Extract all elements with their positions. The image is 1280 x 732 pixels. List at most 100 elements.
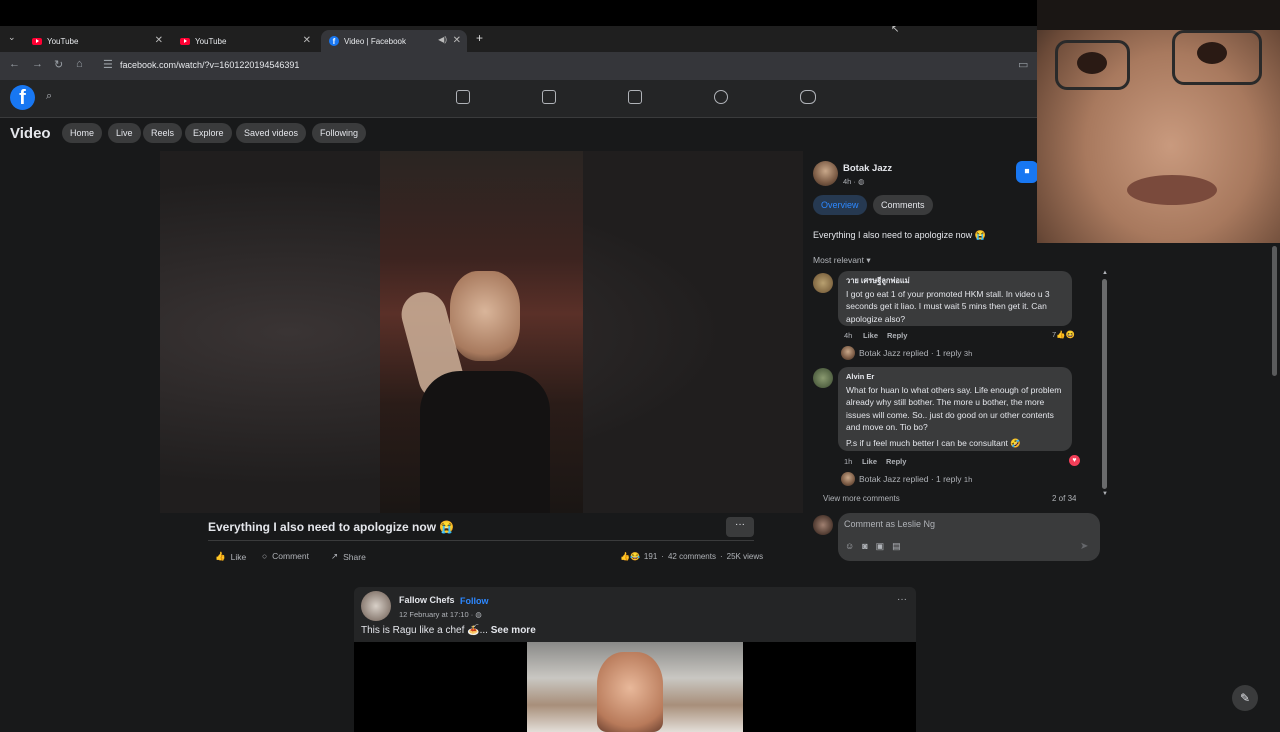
comment-text: What for huan lo what others say. Life e… [846, 384, 1062, 433]
comment-author[interactable]: Alvin Er [846, 371, 1064, 384]
sticker-pack-icon[interactable]: ▤ [892, 541, 909, 551]
sticker-icon[interactable]: ☺ [845, 541, 862, 551]
scroll-up-icon[interactable]: ▲ [1102, 270, 1108, 276]
camera-icon[interactable]: ◙ [862, 541, 875, 551]
comment-like-button[interactable]: Like [863, 331, 878, 340]
video-person-face [597, 652, 663, 732]
comment-reply-button[interactable]: Reply [886, 457, 906, 466]
comment-reactions[interactable]: 7👍😆 [1052, 330, 1075, 339]
sort-dropdown[interactable]: Most relevant ▾ [813, 255, 871, 266]
comments-scrollbar[interactable] [1102, 279, 1107, 489]
search-icon[interactable]: ⌕ [46, 90, 52, 103]
like-button[interactable]: 👍 Like [215, 551, 246, 562]
facebook-logo[interactable]: f [10, 85, 35, 110]
subnav-saved-videos[interactable]: Saved videos [236, 123, 307, 143]
avatar[interactable] [813, 161, 838, 186]
more-options-button[interactable]: ··· [726, 517, 754, 537]
comment-placeholder[interactable]: Comment as Leslie Ng [844, 519, 935, 529]
comment-bubble: วาย เศรษฐีลูกพ่อแม่ I got go eat 1 of yo… [838, 271, 1072, 326]
close-icon[interactable]: ✕ [155, 35, 163, 46]
avatar[interactable] [813, 368, 833, 388]
comment-icon: ○ [262, 551, 268, 561]
url-text[interactable]: facebook.com/watch/?v=1601220194546391 [120, 60, 299, 70]
tab-title: Video | Facebook [344, 36, 406, 46]
page-scrollbar[interactable] [1272, 246, 1277, 376]
close-icon[interactable]: ✕ [453, 35, 461, 46]
subnav-explore[interactable]: Explore [185, 123, 232, 143]
thumbs-up-icon: 👍 [215, 551, 226, 561]
share-button[interactable]: ↗ Share [331, 551, 366, 562]
subnav-home[interactable]: Home [62, 123, 103, 143]
stats-separator: · [719, 552, 723, 561]
reaction-icons[interactable]: 👍😂 [620, 552, 640, 561]
subnav-following[interactable]: Following [312, 123, 367, 143]
marketplace-icon[interactable] [628, 90, 642, 104]
tab-list-chevron-icon[interactable]: ⌄ [8, 32, 16, 43]
replies-label: Botak Jazz replied · 1 reply [859, 348, 962, 358]
avatar[interactable] [813, 273, 833, 293]
avatar [841, 472, 855, 486]
reactions-count[interactable]: 191 [644, 552, 657, 561]
cast-icon[interactable]: ▭ [1018, 58, 1028, 71]
tab-youtube-1[interactable]: YouTube ✕ [24, 30, 169, 52]
comment-reply-button[interactable]: Reply [887, 331, 907, 340]
video-frame [380, 151, 583, 513]
stats-separator: · [661, 552, 664, 561]
groups-icon[interactable] [714, 90, 728, 104]
divider [208, 540, 754, 541]
comment-like-button[interactable]: Like [862, 457, 877, 466]
speaker-icon[interactable]: ◀) [438, 35, 447, 44]
home-icon[interactable] [456, 90, 470, 104]
heart-icon[interactable]: ♥ [1069, 455, 1080, 466]
tab-overview[interactable]: Overview [813, 195, 867, 215]
see-more-link[interactable]: See more [491, 625, 536, 636]
comments-count[interactable]: 42 comments [668, 552, 716, 561]
site-settings-icon[interactable]: ☰ [103, 58, 113, 71]
tab-facebook-active[interactable]: f Video | Facebook ◀) ✕ [321, 30, 467, 52]
avatar[interactable] [813, 515, 833, 535]
post-text: This is Ragu like a chef 🍝... [361, 625, 491, 636]
post-video-frame [527, 642, 743, 732]
post-more-button[interactable]: ··· [897, 594, 907, 605]
subnav-reels[interactable]: Reels [143, 123, 183, 143]
home-icon[interactable]: ⌂ [76, 58, 83, 70]
video-player[interactable] [160, 151, 803, 513]
comment-reactions-count: 7 [1052, 330, 1057, 339]
comment-author[interactable]: วาย เศรษฐีลูกพ่อแม่ [846, 275, 1064, 288]
video-person-body [420, 371, 550, 513]
new-tab-button[interactable]: + [476, 31, 483, 45]
send-icon[interactable]: ➤ [1080, 541, 1088, 552]
video-person-face [450, 271, 520, 361]
tab-comments[interactable]: Comments [873, 195, 933, 215]
gaming-icon[interactable] [800, 90, 816, 104]
post-time: 4h · [843, 177, 859, 186]
views-count: 25K views [726, 552, 764, 561]
follow-button[interactable]: Follow [460, 596, 489, 606]
replies-link[interactable]: Botak Jazz replied · 1 reply 3h [859, 348, 972, 358]
webcam-overlay [1037, 0, 1280, 243]
mouth [1127, 175, 1217, 205]
new-message-button[interactable]: ✎ [1232, 685, 1258, 711]
view-more-comments[interactable]: View more comments [823, 494, 900, 503]
video-icon[interactable] [542, 90, 556, 104]
tab-title: YouTube [195, 36, 227, 46]
replies-label: Botak Jazz replied · 1 reply [859, 474, 962, 484]
author-name[interactable]: Botak Jazz [843, 163, 892, 174]
close-icon[interactable]: ✕ [303, 35, 311, 46]
youtube-icon [180, 37, 190, 45]
tab-youtube-2[interactable]: YouTube ✕ [172, 30, 317, 52]
gif-icon[interactable]: ▣ [876, 541, 893, 551]
reload-icon[interactable]: ↻ [54, 58, 63, 71]
replies-link[interactable]: Botak Jazz replied · 1 reply 1h [859, 474, 972, 484]
avatar[interactable] [361, 591, 391, 621]
lock-icon[interactable]: ⏹ [1016, 161, 1038, 183]
comment-button[interactable]: ○ Comment [262, 551, 309, 561]
forward-icon[interactable]: → [32, 58, 43, 70]
back-icon[interactable]: ← [9, 58, 20, 70]
post-author[interactable]: Fallow Chefs [399, 595, 455, 605]
subnav-live[interactable]: Live [108, 123, 141, 143]
scroll-down-icon[interactable]: ▼ [1102, 491, 1108, 497]
post-title: Everything I also need to apologize now … [208, 520, 455, 534]
comment-text-ps: P.s if u feel much better I can be consu… [846, 437, 1021, 448]
page-title: Video [10, 125, 51, 142]
